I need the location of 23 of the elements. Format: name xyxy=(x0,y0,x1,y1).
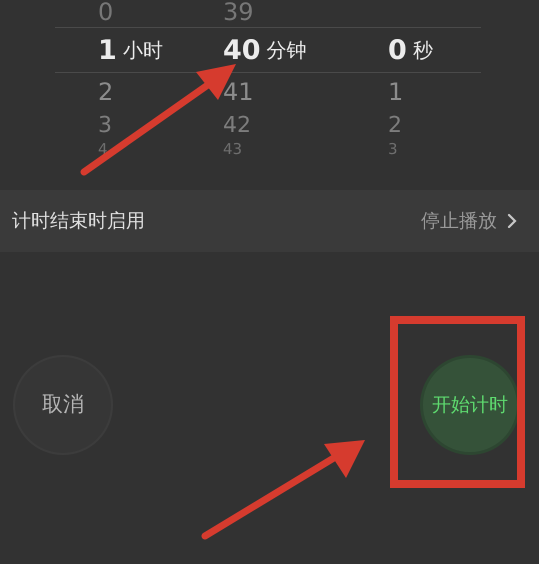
picker-value[interactable]: 3 xyxy=(98,108,112,142)
setting-row[interactable]: 计时结束时启用 停止播放 xyxy=(0,190,539,252)
picker-selected-value[interactable]: 40 xyxy=(223,36,261,64)
picker-unit: 秒 xyxy=(412,40,433,60)
picker-selected-value[interactable]: 1 xyxy=(98,36,117,64)
picker-value[interactable]: 2 xyxy=(98,74,114,110)
picker-value[interactable]: 3 xyxy=(388,141,398,157)
picker-value[interactable]: 42 xyxy=(223,108,251,142)
picker-value[interactable]: 0 xyxy=(98,0,114,26)
chevron-right-icon xyxy=(507,213,517,229)
setting-value: 停止播放 xyxy=(421,208,497,234)
picker-value[interactable]: 4 xyxy=(98,141,108,157)
picker-value[interactable]: 39 xyxy=(223,0,254,26)
picker-value[interactable]: 43 xyxy=(223,141,242,157)
picker-value[interactable]: 1 xyxy=(388,74,404,110)
start-timer-button[interactable]: 开始计时 xyxy=(420,355,520,455)
picker-unit: 小时 xyxy=(122,40,163,60)
setting-label: 计时结束时启用 xyxy=(12,208,145,234)
cancel-button[interactable]: 取消 xyxy=(13,355,113,455)
picker-value[interactable]: 2 xyxy=(388,108,402,142)
picker-selected-value[interactable]: 0 xyxy=(388,36,407,64)
picker-value[interactable]: 41 xyxy=(223,74,254,110)
picker-unit: 分钟 xyxy=(266,40,307,60)
